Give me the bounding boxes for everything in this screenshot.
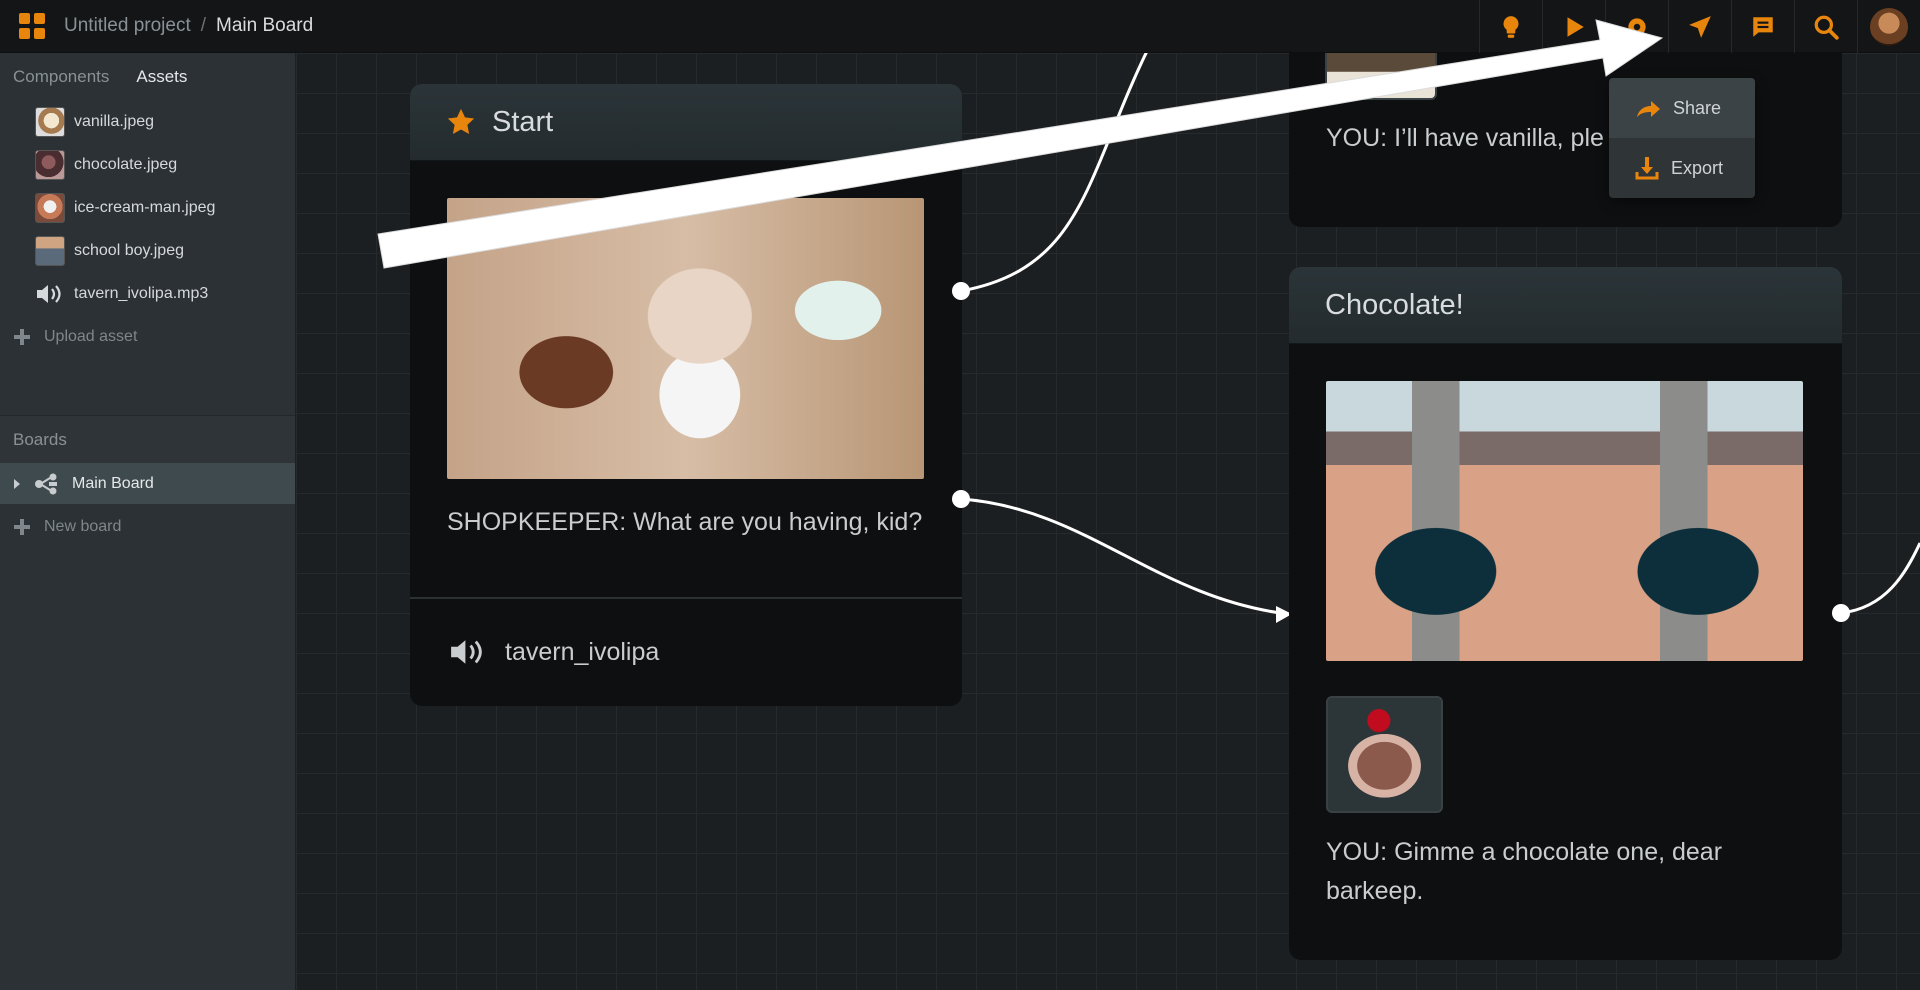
node-card-start[interactable]: Start SHOPKEEPER: What are you having, k… [410, 84, 962, 706]
gear-icon [1628, 17, 1646, 36]
menu-item-share[interactable]: Share [1609, 78, 1755, 138]
asset-name: chocolate.jpeg [74, 155, 178, 173]
search-icon [1814, 15, 1839, 40]
node-card-header[interactable]: Start [410, 84, 962, 161]
star-icon [447, 108, 475, 134]
asset-name: ice-cream-man.jpeg [74, 198, 216, 216]
sundae-thumbnail [1326, 696, 1443, 813]
output-port[interactable] [952, 282, 970, 300]
asset-name: vanilla.jpeg [74, 112, 155, 130]
board-name: Main Board [72, 474, 154, 492]
settings-button[interactable] [1605, 0, 1668, 53]
plus-icon [12, 327, 32, 347]
share-dropdown-menu: Share Export [1609, 78, 1755, 198]
audio-name: tavern_ivolipa [505, 637, 660, 666]
breadcrumb-separator: / [200, 15, 207, 36]
asset-item-ice-cream-man[interactable]: ice-cream-man.jpeg [0, 186, 295, 229]
board-item-main-board[interactable]: Main Board [0, 463, 295, 504]
top-bar: Untitled project / Main Board [0, 0, 1920, 53]
search-button[interactable] [1794, 0, 1857, 53]
audio-attachment[interactable]: tavern_ivolipa [410, 597, 962, 705]
image-thumbnail [35, 192, 65, 223]
sidebar-tabs: Components Assets [0, 53, 295, 100]
tab-assets[interactable]: Assets [136, 67, 187, 87]
plus-icon [12, 517, 32, 537]
image-thumbnail [35, 149, 65, 180]
image-thumbnail [35, 106, 65, 137]
asset-item-school-boy[interactable]: school boy.jpeg [0, 229, 295, 272]
sidebar: Components Assets vanilla.jpeg chocolate… [0, 53, 296, 990]
breadcrumb-board[interactable]: Main Board [216, 15, 313, 37]
node-title: Start [492, 105, 554, 138]
sound-icon [35, 279, 65, 309]
menu-item-label: Export [1671, 157, 1724, 178]
send-icon [1689, 15, 1711, 38]
share-button[interactable] [1668, 0, 1731, 53]
new-board-button[interactable]: New board [0, 504, 295, 549]
expand-caret-icon[interactable] [14, 478, 20, 489]
apps-grid-icon[interactable] [18, 12, 46, 40]
sound-icon [446, 637, 490, 667]
user-menu-button[interactable] [1857, 0, 1920, 53]
comments-button[interactable] [1731, 0, 1794, 53]
download-icon [1635, 157, 1659, 180]
shopkeeper-image [447, 198, 924, 479]
asset-item-tavern-audio[interactable]: tavern_ivolipa.mp3 [0, 272, 295, 315]
node-card-header[interactable]: Chocolate! [1289, 267, 1842, 344]
asset-name: school boy.jpeg [74, 241, 184, 259]
node-title: Chocolate! [1325, 288, 1464, 321]
output-port[interactable] [952, 490, 970, 508]
comment-icon [1753, 16, 1773, 37]
play-icon [1567, 16, 1584, 37]
dialogue-text: SHOPKEEPER: What are you having, kid? [447, 508, 923, 536]
vanilla-thumbnail [1325, 53, 1437, 100]
asset-item-vanilla[interactable]: vanilla.jpeg [0, 100, 295, 143]
breadcrumb-project[interactable]: Untitled project [64, 15, 191, 37]
menu-item-export[interactable]: Export [1609, 138, 1755, 198]
board-graph-icon [35, 473, 57, 494]
upload-asset-button[interactable]: Upload asset [0, 315, 295, 358]
toolbar [1479, 0, 1920, 53]
asset-item-chocolate[interactable]: chocolate.jpeg [0, 143, 295, 186]
node-card-chocolate[interactable]: Chocolate! YOU: Gimme a chocolate one, d… [1289, 267, 1842, 960]
play-button[interactable] [1542, 0, 1605, 53]
node-card-vanilla[interactable]: YOU: I’ll have vanilla, ple [1289, 53, 1842, 227]
new-board-label: New board [44, 517, 122, 535]
share-icon [1637, 101, 1660, 117]
shoes-image [1326, 381, 1803, 661]
lightbulb-icon [1503, 15, 1519, 38]
image-thumbnail [35, 235, 65, 266]
asset-name: tavern_ivolipa.mp3 [74, 284, 209, 302]
dialogue-text: YOU: Gimme a chocolate one, dear barkeep… [1326, 838, 1723, 905]
avatar [1870, 7, 1908, 46]
tab-components[interactable]: Components [13, 67, 109, 87]
upload-asset-label: Upload asset [44, 327, 138, 345]
output-port[interactable] [1832, 604, 1850, 622]
menu-item-label: Share [1673, 97, 1722, 118]
boards-heading: Boards [0, 416, 295, 463]
lightbulb-button[interactable] [1479, 0, 1542, 53]
